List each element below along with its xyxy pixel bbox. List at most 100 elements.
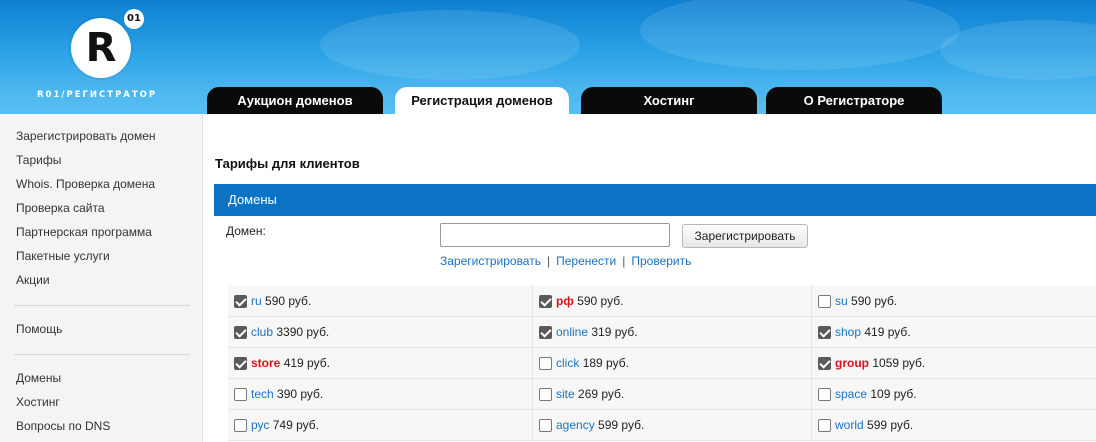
zone-link[interactable]: world — [835, 418, 864, 432]
zone-price: 599 руб. — [598, 418, 645, 432]
zone-price: 599 руб. — [867, 418, 914, 432]
zone-checkbox[interactable] — [234, 326, 247, 339]
logo-text: R01/РЕГИСТРАТОР — [37, 90, 158, 100]
zone-price: 189 руб. — [582, 356, 629, 370]
cloud-decoration — [640, 0, 960, 70]
zone-link[interactable]: shop — [835, 325, 861, 339]
register-button[interactable]: Зарегистрировать — [682, 224, 808, 248]
zone-link[interactable]: su — [835, 294, 848, 308]
action-transfer-link[interactable]: Перенести — [556, 254, 616, 268]
zone-entry: online 319 руб. — [556, 317, 638, 348]
tab-registration[interactable]: Регистрация доменов — [395, 87, 569, 114]
zone-price: 590 руб. — [265, 294, 312, 308]
zone-link[interactable]: рус — [251, 418, 269, 432]
zone-link[interactable]: agency — [556, 418, 595, 432]
logo-badge: 01 — [124, 9, 144, 29]
zone-price: 3390 руб. — [276, 325, 330, 339]
zone-price: 419 руб. — [864, 325, 911, 339]
zone-entry: agency 599 руб. — [556, 410, 644, 441]
domain-input[interactable] — [440, 223, 670, 247]
zone-cell: shop 419 руб. — [812, 317, 1096, 348]
zone-entry: world 599 руб. — [835, 410, 913, 441]
zone-link[interactable]: ru — [251, 294, 262, 308]
sidebar-item-tariffs[interactable]: Тарифы — [16, 153, 61, 167]
sidebar-item-site-check[interactable]: Проверка сайта — [16, 201, 105, 215]
zone-checkbox[interactable] — [234, 419, 247, 432]
separator: | — [546, 254, 551, 268]
sidebar-item-register-domain[interactable]: Зарегистрировать домен — [16, 129, 156, 143]
main-content: Тарифы для клиентов Домены Домен: Зареги… — [202, 114, 1096, 442]
zone-link[interactable]: group — [835, 356, 869, 370]
zone-cell: site 269 руб. — [533, 379, 812, 410]
sidebar-divider — [14, 305, 190, 306]
zone-checkbox[interactable] — [539, 357, 552, 370]
zone-price: 390 руб. — [277, 387, 324, 401]
sidebar-item-packages[interactable]: Пакетные услуги — [16, 249, 110, 263]
zone-cell: space 109 руб. — [812, 379, 1096, 410]
sidebar-divider — [14, 354, 190, 355]
top-tabs: Аукцион доменов Регистрация доменов Хост… — [202, 87, 1096, 114]
zone-checkbox[interactable] — [818, 419, 831, 432]
zone-price: 319 руб. — [591, 325, 638, 339]
zone-link[interactable]: club — [251, 325, 273, 339]
zone-entry: click 189 руб. — [556, 348, 629, 379]
sidebar-item-hosting[interactable]: Хостинг — [16, 395, 60, 409]
zone-link[interactable]: tech — [251, 387, 274, 401]
tab-auction[interactable]: Аукцион доменов — [207, 87, 383, 114]
zone-checkbox[interactable] — [234, 357, 247, 370]
zone-cell: agency 599 руб. — [533, 410, 812, 441]
zone-price: 749 руб. — [272, 418, 319, 432]
zone-entry: рус 749 руб. — [251, 410, 319, 441]
zone-link[interactable]: рф — [556, 294, 574, 308]
zone-checkbox[interactable] — [539, 326, 552, 339]
zone-link[interactable]: site — [556, 387, 575, 401]
zone-cell: club 3390 руб. — [228, 317, 533, 348]
zone-cell: online 319 руб. — [533, 317, 812, 348]
zone-checkbox[interactable] — [234, 388, 247, 401]
zone-checkbox[interactable] — [539, 388, 552, 401]
zone-checkbox[interactable] — [818, 295, 831, 308]
zone-link[interactable]: space — [835, 387, 867, 401]
tab-about[interactable]: О Регистраторе — [766, 87, 942, 114]
domain-label: Домен: — [226, 224, 266, 238]
logo[interactable]: R 01 R01/РЕГИСТРАТОР — [0, 0, 202, 114]
tab-hosting[interactable]: Хостинг — [581, 87, 757, 114]
sidebar-item-promotions[interactable]: Акции — [16, 273, 50, 287]
zone-entry: tech 390 руб. — [251, 379, 323, 410]
zone-checkbox[interactable] — [818, 357, 831, 370]
zone-cell: world 599 руб. — [812, 410, 1096, 441]
cloud-decoration — [320, 10, 580, 80]
header: R 01 R01/РЕГИСТРАТОР Аукцион доменов Рег… — [0, 0, 1096, 114]
zone-link[interactable]: store — [251, 356, 280, 370]
sidebar-item-help[interactable]: Помощь — [16, 322, 62, 336]
zone-checkbox[interactable] — [818, 388, 831, 401]
zone-price: 590 руб. — [577, 294, 624, 308]
zone-checkbox[interactable] — [539, 419, 552, 432]
action-check-link[interactable]: Проверить — [631, 254, 691, 268]
zone-checkbox[interactable] — [539, 295, 552, 308]
zone-price: 1059 руб. — [872, 356, 926, 370]
sidebar-item-partner[interactable]: Партнерская программа — [16, 225, 152, 239]
zone-entry: club 3390 руб. — [251, 317, 329, 348]
zone-cell: store 419 руб. — [228, 348, 533, 379]
zone-price: 269 руб. — [578, 387, 625, 401]
zone-checkbox[interactable] — [234, 295, 247, 308]
zone-table: ru 590 руб. рф 590 руб. su 590 руб. club 33… — [228, 286, 1096, 442]
domain-actions: Зарегистрировать | Перенести | Проверить — [440, 254, 691, 268]
action-register-link[interactable]: Зарегистрировать — [440, 254, 541, 268]
sidebar-item-whois[interactable]: Whois. Проверка домена — [16, 177, 155, 191]
zone-entry: space 109 руб. — [835, 379, 917, 410]
zone-checkbox[interactable] — [818, 326, 831, 339]
zone-link[interactable]: online — [556, 325, 588, 339]
zone-link[interactable]: click — [556, 356, 579, 370]
zone-cell: su 590 руб. — [812, 286, 1096, 317]
zone-price: 109 руб. — [870, 387, 917, 401]
zone-cell: ru 590 руб. — [228, 286, 533, 317]
cloud-decoration — [940, 20, 1096, 80]
zone-cell: group 1059 руб. — [812, 348, 1096, 379]
zone-entry: рф 590 руб. — [556, 286, 623, 317]
sidebar-item-dns[interactable]: Вопросы по DNS — [16, 419, 110, 433]
zone-price: 590 руб. — [851, 294, 898, 308]
zone-cell: рус 749 руб. — [228, 410, 533, 441]
sidebar-item-domains[interactable]: Домены — [16, 371, 61, 385]
